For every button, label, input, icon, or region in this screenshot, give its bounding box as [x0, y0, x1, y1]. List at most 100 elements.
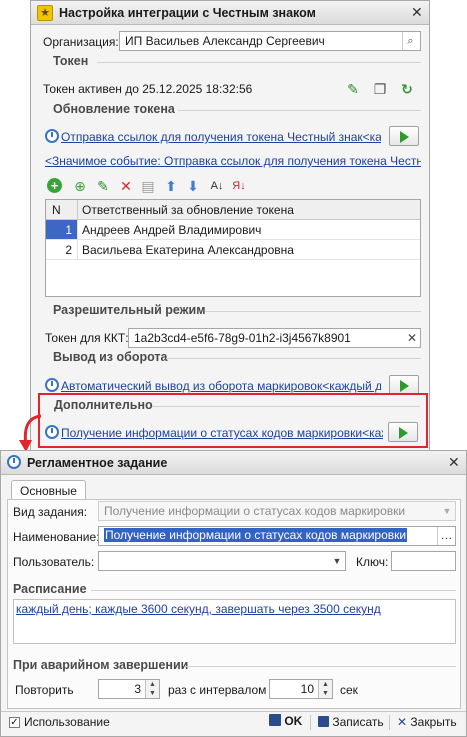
significant-event-link[interactable]: <Значимое событие: Отправка ссылок для п… — [45, 154, 421, 168]
sort-ascending-icon[interactable]: A↓ — [208, 177, 226, 195]
stepper-arrows-icon[interactable]: ▲ ▼ — [318, 680, 332, 698]
title-bar: ★ Настройка интеграции с Честным знаком … — [31, 1, 429, 25]
on-failure-section-heading: При аварийном завершении — [13, 658, 189, 672]
chevron-down-icon[interactable]: ▼ — [329, 552, 345, 570]
withdrawal-job-link[interactable]: Автоматический вывод из оборота маркиров… — [61, 379, 381, 393]
save-disk-icon — [269, 714, 281, 726]
organization-field[interactable]: ИП Васильев Александр Сергеевич ⌕ — [119, 31, 421, 51]
window-title: Регламентное задание — [27, 456, 168, 470]
section-divider — [166, 358, 421, 359]
footer-divider — [1, 711, 466, 712]
run-withdrawal-job-button[interactable] — [389, 375, 419, 395]
table-row[interactable]: 2 Васильева Екатерина Александровна — [46, 240, 420, 260]
row-number-cell: 2 — [65, 243, 72, 257]
chevron-down-icon: ▼ — [442, 506, 452, 516]
column-header-n[interactable]: N — [52, 203, 61, 217]
table-row[interactable]: 1 Андреев Андрей Владимирович — [46, 220, 420, 240]
play-icon — [399, 427, 408, 439]
copy-document-icon[interactable]: ❐ — [371, 80, 389, 98]
interval-value: 10 — [300, 682, 314, 696]
ok-button[interactable]: OK — [269, 714, 302, 728]
token-section-heading: Токен — [53, 54, 89, 68]
title-bar: Регламентное задание ✕ — [1, 451, 466, 475]
save-disk-icon[interactable]: ▤ — [139, 177, 157, 195]
token-update-section-heading: Обновление токена — [53, 102, 175, 116]
clear-icon[interactable]: ✕ — [407, 329, 417, 347]
user-label: Пользователь: — [13, 555, 95, 569]
seconds-label: сек — [340, 683, 358, 697]
name-label: Наименование: — [13, 530, 100, 544]
play-icon — [400, 131, 409, 143]
job-type-label: Вид задания: — [13, 505, 88, 519]
ok-label: OK — [284, 714, 303, 728]
extra-section-heading: Дополнительно — [54, 398, 153, 412]
job-type-field[interactable]: Получение информации о статусах кодов ма… — [98, 501, 456, 521]
user-field[interactable]: ▼ — [98, 551, 346, 571]
withdrawal-section-heading: Вывод из оборота — [53, 350, 168, 364]
more-options-button[interactable]: … — [437, 527, 455, 545]
scheduled-job-clock-icon — [45, 378, 59, 392]
close-label: Закрыть — [410, 715, 457, 729]
section-divider — [91, 590, 456, 591]
close-icon[interactable]: ✕ — [411, 4, 423, 21]
refresh-icon[interactable]: ↻ — [398, 80, 416, 98]
section-divider — [205, 311, 421, 312]
run-extra-job-button[interactable] — [388, 422, 418, 442]
retry-label: Повторить — [15, 683, 74, 697]
kkt-token-label: Токен для ККТ: — [45, 331, 129, 345]
section-divider — [178, 110, 421, 111]
extra-job-link[interactable]: Получение информации о статусах кодов ма… — [61, 426, 383, 440]
stepper-arrows-icon[interactable]: ▲ ▼ — [145, 680, 159, 698]
floppy-icon — [318, 716, 329, 727]
button-separator — [389, 715, 390, 730]
add-copy-icon[interactable]: ⊕ — [71, 177, 89, 195]
row-name-cell: Васильева Екатерина Александровна — [82, 243, 294, 257]
row-number-cell: 1 — [46, 220, 77, 239]
edit-icon[interactable]: ✎ — [94, 177, 112, 195]
retry-count-value: 3 — [134, 682, 141, 696]
kkt-token-field[interactable]: 1a2b3cd4-e5f6-78g9-01h2-i3j4567k8901 ✕ — [128, 328, 421, 348]
scheduled-job-clock-icon — [45, 129, 59, 143]
add-icon[interactable]: + — [47, 178, 62, 193]
move-up-icon[interactable]: ⬆ — [162, 177, 180, 195]
table-header: N Ответственный за обновление токена — [46, 200, 420, 220]
schedule-section-heading: Расписание — [13, 582, 87, 596]
use-checkbox[interactable]: ✓ — [9, 717, 20, 728]
row-name-cell: Андреев Андрей Владимирович — [82, 223, 262, 237]
tab-main[interactable]: Основные — [11, 480, 86, 500]
section-divider — [186, 666, 456, 667]
interval-label: раз с интервалом — [168, 683, 267, 697]
key-field[interactable] — [391, 551, 456, 571]
schedule-box[interactable]: каждый день; каждые 3600 секунд, заверша… — [13, 599, 456, 644]
move-down-icon[interactable]: ⬇ — [184, 177, 202, 195]
run-token-job-button[interactable] — [389, 126, 419, 146]
search-icon[interactable]: ⌕ — [402, 32, 418, 50]
column-divider — [77, 200, 78, 220]
sort-descending-icon[interactable]: Я↓ — [230, 177, 248, 195]
interval-stepper[interactable]: 10 ▲ ▼ — [269, 679, 333, 699]
edit-pencil-icon[interactable]: ✎ — [344, 80, 362, 98]
integration-settings-window: ★ Настройка интеграции с Честным знаком … — [30, 0, 430, 455]
token-job-link[interactable]: Отправка ссылок для получения токена Чес… — [61, 130, 381, 144]
column-divider — [77, 220, 78, 260]
organization-label: Организация: — [43, 35, 119, 49]
retry-count-stepper[interactable]: 3 ▲ ▼ — [98, 679, 160, 699]
close-x-icon: ✕ — [397, 715, 408, 729]
key-label: Ключ: — [356, 555, 389, 569]
column-header-responsible[interactable]: Ответственный за обновление токена — [82, 203, 294, 217]
close-icon[interactable]: ✕ — [448, 454, 460, 471]
organization-value: ИП Васильев Александр Сергеевич — [125, 34, 325, 48]
app-star-icon: ★ — [37, 5, 53, 21]
window-title: Настройка интеграции с Честным знаком — [59, 6, 316, 20]
delete-icon[interactable]: ✕ — [117, 177, 135, 195]
save-button[interactable]: Записать — [318, 715, 384, 729]
play-icon — [400, 380, 409, 392]
name-field[interactable]: Получение информации о статусах кодов ма… — [98, 526, 456, 546]
button-separator — [310, 715, 311, 730]
name-value: Получение информации о статусах кодов ма… — [104, 528, 408, 542]
close-button[interactable]: ✕ Закрыть — [397, 715, 457, 729]
permit-section-heading: Разрешительный режим — [53, 303, 206, 317]
use-label: Использование — [24, 715, 110, 729]
responsible-persons-table: N Ответственный за обновление токена 1 А… — [45, 199, 421, 297]
schedule-link[interactable]: каждый день; каждые 3600 секунд, заверша… — [16, 602, 454, 616]
